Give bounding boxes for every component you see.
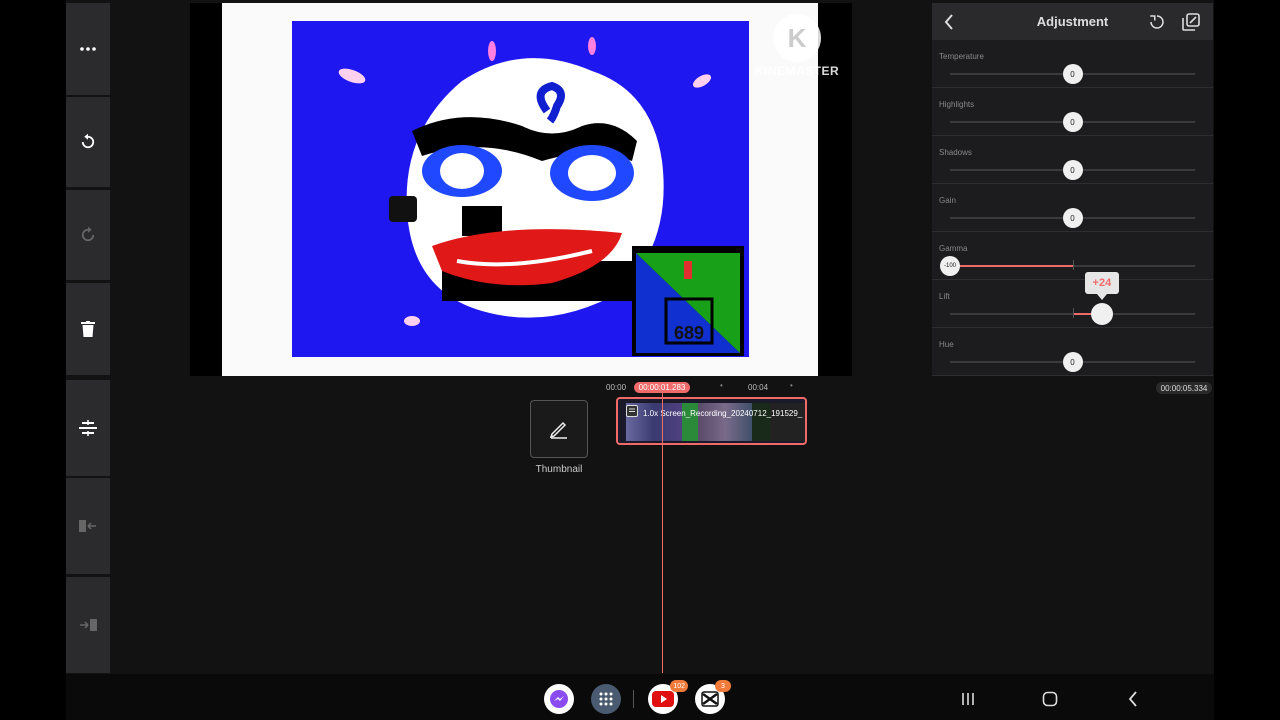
slider-knob[interactable]: 0 <box>1062 160 1083 180</box>
slider-row-lift: Lift +24 <box>932 272 1213 328</box>
thumbnail-button[interactable] <box>530 400 588 458</box>
slider-row-temperature: Temperature 0 <box>932 40 1213 88</box>
slider-label: Hue <box>939 340 954 349</box>
apps-grid-icon <box>599 692 613 706</box>
home-icon <box>1042 691 1058 707</box>
apply-all-icon <box>1182 13 1200 31</box>
slider-label: Gain <box>939 196 956 205</box>
slider-label: Shadows <box>939 148 972 157</box>
split-icon <box>79 420 97 436</box>
kinemaster-watermark: K KINEMASTER <box>754 14 840 78</box>
slider-row-highlights: Highlights 0 <box>932 88 1213 136</box>
more-options-button[interactable] <box>66 3 110 95</box>
delete-button[interactable] <box>66 283 110 375</box>
youtube-notification-badge: 102 <box>670 680 688 692</box>
kinemaster-logo-icon: K <box>773 14 821 62</box>
cartoon-face-image: 689 <box>292 21 749 357</box>
split-button[interactable] <box>66 380 110 476</box>
apply-all-button[interactable] <box>1180 11 1202 33</box>
slider-knob[interactable]: 0 <box>1062 112 1083 132</box>
trim-right-icon <box>80 619 97 631</box>
back-arrow-icon <box>1128 691 1137 707</box>
more-dots-icon <box>80 47 96 51</box>
capcut-notification-badge: 3 <box>715 680 731 692</box>
adjustment-title: Adjustment <box>1036 14 1109 29</box>
app-drawer-button[interactable] <box>591 684 621 714</box>
trim-right-button[interactable] <box>66 577 110 673</box>
thumbnail-label: Thumbnail <box>535 464 583 475</box>
youtube-app-button[interactable]: 102 <box>648 680 688 714</box>
clip-title: 1.0x Screen_Recording_20240712_191529_ <box>643 409 803 418</box>
redo-icon <box>81 226 95 242</box>
slider-center-tick <box>1072 260 1074 270</box>
pencil-icon <box>549 421 567 439</box>
trim-left-button[interactable] <box>66 478 110 574</box>
watermark-text: KINEMASTER <box>754 64 840 78</box>
slider-fill <box>950 265 1073 267</box>
playhead[interactable] <box>662 393 663 673</box>
adjustment-panel: Adjustment Temperature 0 Highlights 0 Shadow… <box>932 3 1213 376</box>
ruler-dot: • <box>720 381 723 390</box>
slider-row-shadows: Shadows 0 <box>932 136 1213 184</box>
undo-button[interactable] <box>66 97 110 187</box>
adjustment-list: Temperature 0 Highlights 0 Shadows 0 Gain 0 Gamm… <box>932 40 1213 376</box>
slider-knob[interactable] <box>1090 303 1113 325</box>
slider-label: Gamma <box>939 244 968 253</box>
video-content: 689 <box>292 21 749 357</box>
recent-apps-button[interactable] <box>956 688 980 710</box>
youtube-icon <box>652 691 674 707</box>
playhead-time: 00:00:01.283 <box>634 382 690 393</box>
recent-apps-icon <box>962 693 974 705</box>
redo-button[interactable] <box>66 190 110 280</box>
slider-knob[interactable]: 0 <box>1062 64 1083 84</box>
undo-icon <box>81 133 95 149</box>
scene-counter: 689 <box>674 323 704 343</box>
messenger-icon <box>550 690 568 708</box>
system-back-button[interactable] <box>1121 688 1145 710</box>
capcut-app-button[interactable]: 3 <box>695 680 731 714</box>
messenger-app-button[interactable] <box>544 684 574 714</box>
slider-label: Highlights <box>939 100 975 109</box>
slider-center-tick <box>1072 308 1074 318</box>
dock-divider <box>633 690 634 708</box>
slider-label: Temperature <box>939 52 984 61</box>
ruler-dot: • <box>790 381 793 390</box>
total-duration: 00:00:05.334 <box>1156 382 1212 394</box>
clip-type-icon <box>626 405 638 417</box>
ruler-mid: 00:04 <box>748 383 769 392</box>
slider-row-hue: Hue 0 <box>932 328 1213 376</box>
reset-icon <box>1150 15 1164 29</box>
home-button[interactable] <box>1038 688 1062 710</box>
trash-icon <box>81 321 95 337</box>
slider-row-gamma: Gamma -100 <box>932 232 1213 280</box>
slider-knob[interactable]: 0 <box>1062 352 1083 372</box>
ruler-start: 00:00 <box>606 383 627 392</box>
video-preview[interactable]: 689 <box>190 3 852 376</box>
reset-button[interactable] <box>1146 11 1168 33</box>
slider-value-bubble: +24 <box>1084 272 1119 300</box>
adjustment-header: Adjustment <box>932 3 1213 40</box>
slider-knob[interactable]: -100 <box>940 256 960 276</box>
kinemaster-editor: 689 K KINEMASTER Adjustment Temperature 0… <box>66 0 1214 720</box>
capcut-icon <box>701 691 719 707</box>
slider-label: Lift <box>939 292 950 301</box>
slider-row-gain: Gain 0 <box>932 184 1213 232</box>
video-clip[interactable]: 1.0x Screen_Recording_20240712_191529_ <box>616 397 807 445</box>
slider-knob[interactable]: 0 <box>1062 208 1083 228</box>
trim-left-icon <box>79 520 96 532</box>
video-frame: 689 <box>222 3 818 376</box>
